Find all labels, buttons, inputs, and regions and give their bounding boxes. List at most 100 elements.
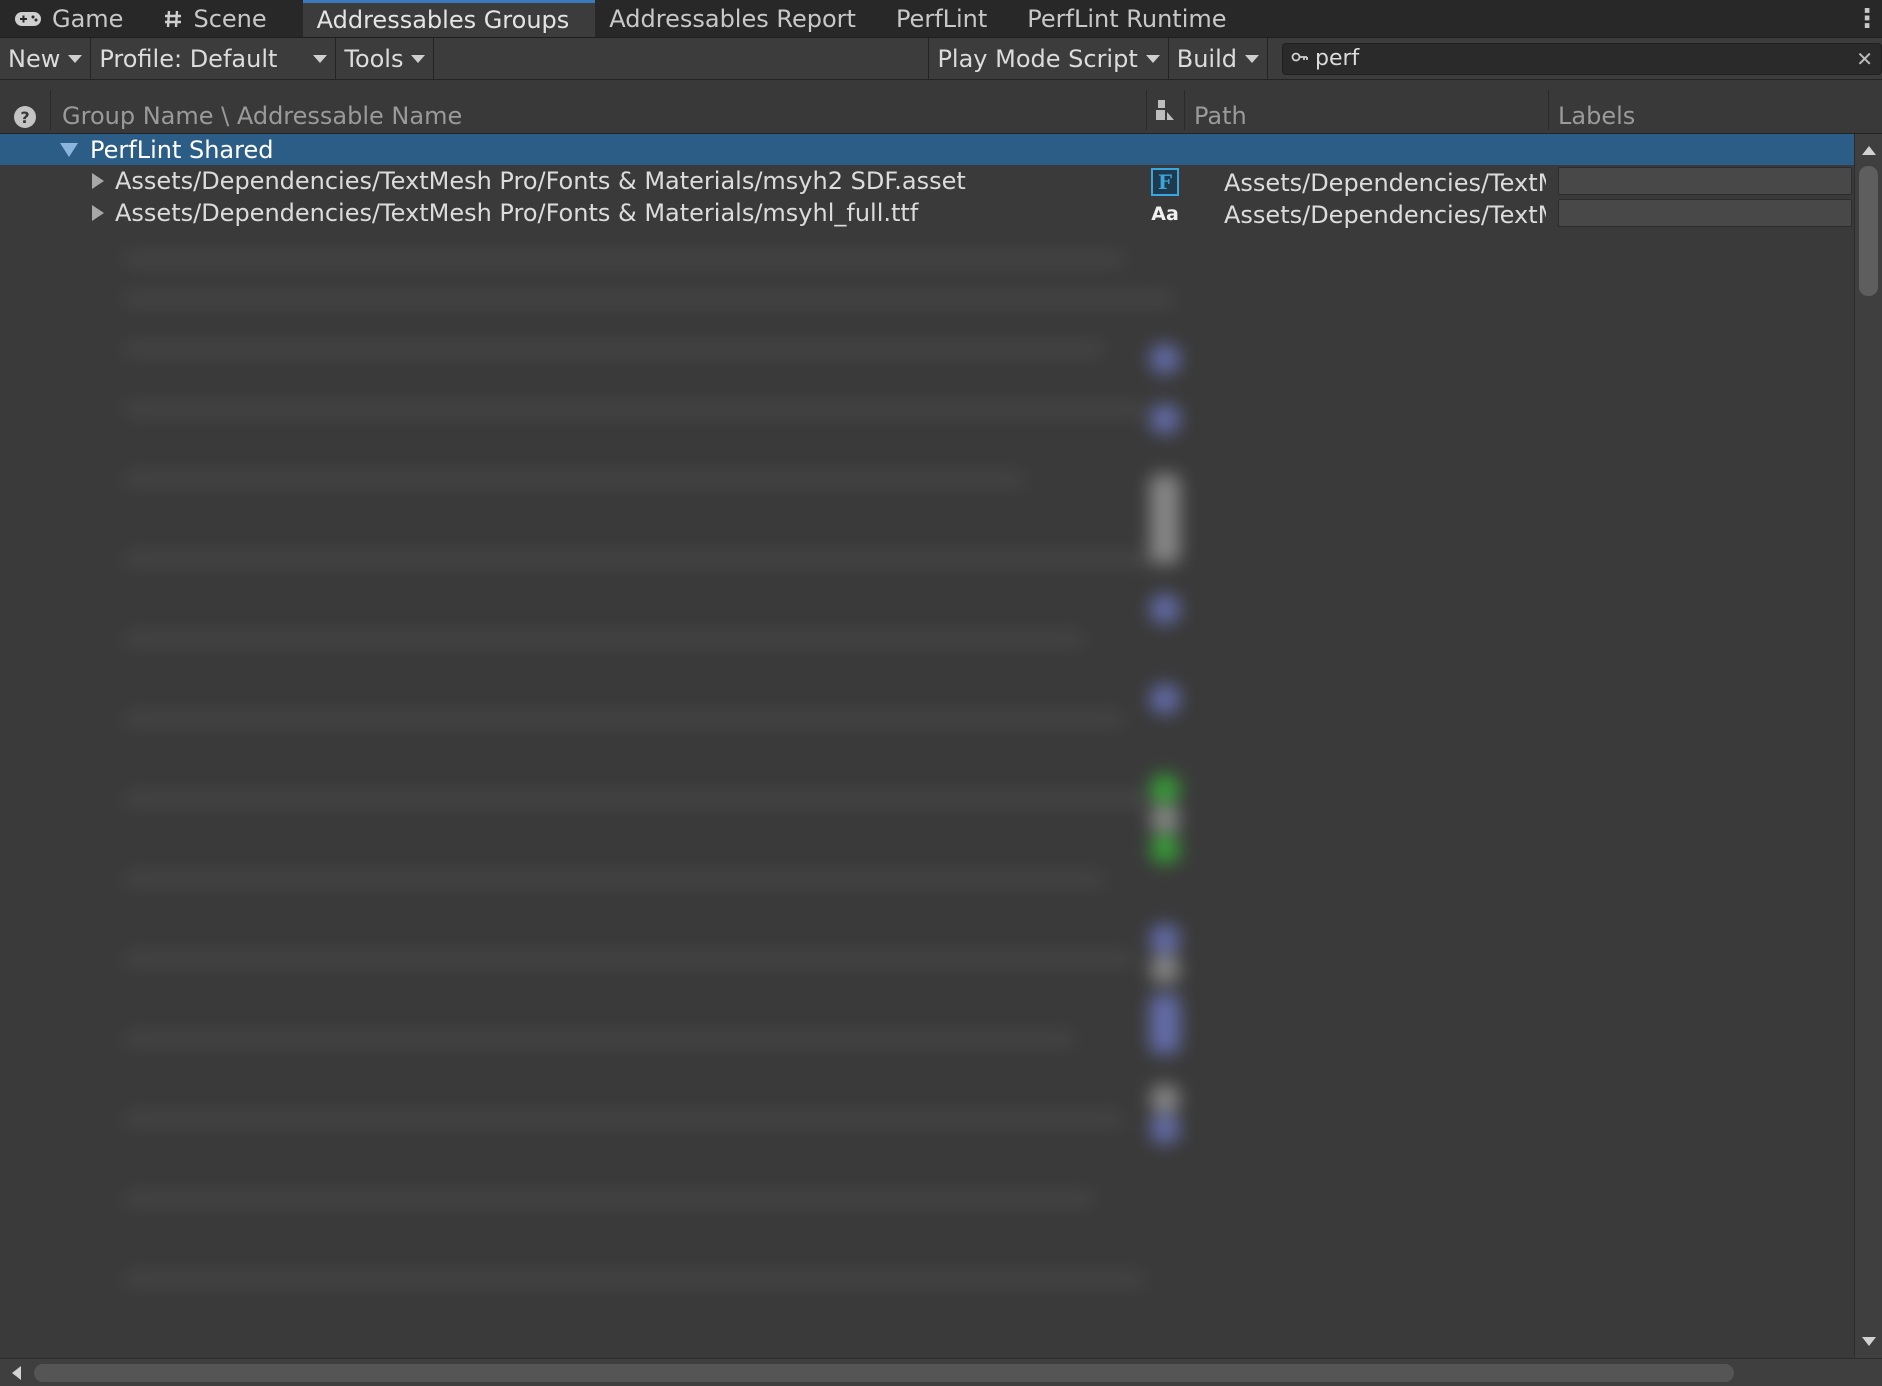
chevron-down-icon: [1145, 54, 1160, 63]
groups-tree-view[interactable]: PerfLint Shared Assets/Dependencies/Text…: [0, 134, 1854, 1358]
blurred-row: [124, 1114, 1124, 1124]
scrollbar-thumb[interactable]: [1859, 166, 1878, 296]
blurred-row: [124, 634, 1084, 644]
blurred-row: [124, 794, 1154, 804]
scroll-left-icon[interactable]: [12, 1366, 21, 1380]
column-header-path[interactable]: Path: [1194, 80, 1247, 134]
blurred-row: [124, 344, 1104, 354]
tools-dropdown-label: Tools: [344, 44, 404, 73]
scrollbar-thumb[interactable]: [34, 1364, 1734, 1382]
toolbar: New Profile: Default Tools Play Mode Scr…: [0, 37, 1882, 80]
group-row[interactable]: PerfLint Shared: [0, 134, 1854, 165]
scroll-down-icon[interactable]: [1862, 1337, 1876, 1346]
chevron-down-icon: [68, 54, 83, 63]
gamepad-icon: [14, 10, 42, 28]
blurred-row: [124, 1194, 1094, 1204]
entry-path: Assets/Dependencies/TextMesh Pro/Fonts &…: [1224, 169, 1546, 197]
window-menu-icon[interactable]: ⋮: [1852, 0, 1882, 37]
new-dropdown-label: New: [8, 44, 61, 73]
column-separator[interactable]: [1146, 90, 1147, 130]
editor-tab-bar: Game Scene Addressables Groups Addressab…: [0, 0, 1882, 38]
tab-perflint-runtime-label: PerfLint Runtime: [1027, 4, 1227, 33]
blurred-icon: [1150, 1084, 1180, 1114]
blurred-icon: [1150, 924, 1180, 954]
tab-addressables-report[interactable]: Addressables Report: [595, 0, 882, 37]
column-header-name[interactable]: Group Name \ Addressable Name: [62, 80, 462, 134]
horizontal-scrollbar[interactable]: [0, 1358, 1882, 1386]
column-header-labels-label: Labels: [1558, 102, 1636, 130]
addressables-groups-window: Game Scene Addressables Groups Addressab…: [0, 0, 1882, 1386]
font-file-icon: Aa: [1151, 203, 1179, 225]
expand-arrow-icon[interactable]: [92, 173, 104, 189]
entry-path: Assets/Dependencies/TextMesh Pro/Fonts &…: [1224, 201, 1546, 229]
blurred-row: [124, 554, 1164, 564]
column-header-labels[interactable]: Labels: [1558, 80, 1635, 134]
blurred-icon: [1150, 994, 1180, 1054]
clear-search-icon[interactable]: ✕: [1856, 47, 1873, 71]
blurred-icon: [1150, 1114, 1180, 1144]
blurred-row: [124, 474, 1024, 484]
blurred-row: [124, 254, 1124, 264]
tab-addressables-report-label: Addressables Report: [609, 4, 856, 33]
tools-dropdown[interactable]: Tools: [336, 37, 435, 80]
tab-scene[interactable]: Scene: [149, 0, 292, 37]
profile-dropdown-label: Profile: Default: [99, 44, 278, 73]
new-dropdown[interactable]: New: [0, 37, 92, 80]
tab-perflint[interactable]: PerfLint: [882, 0, 1013, 37]
column-header-row: ? Group Name \ Addressable Name Path Lab…: [0, 80, 1882, 134]
entry-labels-field[interactable]: [1558, 199, 1852, 227]
blurred-row: [124, 954, 1134, 964]
chevron-down-icon: [1245, 54, 1259, 63]
play-mode-script-dropdown[interactable]: Play Mode Script: [929, 37, 1169, 80]
column-header-type[interactable]: [1154, 80, 1176, 134]
chevron-down-icon: [411, 54, 426, 63]
expand-arrow-icon[interactable]: [92, 205, 104, 221]
chevron-down-icon: [313, 54, 328, 63]
entry-row[interactable]: Assets/Dependencies/TextMesh Pro/Fonts &…: [0, 165, 1854, 197]
column-header-path-label: Path: [1194, 102, 1247, 130]
blurred-row: [124, 294, 1174, 304]
blurred-icon: [1150, 344, 1180, 374]
hash-icon: [163, 9, 183, 29]
profile-dropdown[interactable]: Profile: Default: [91, 37, 337, 80]
column-separator[interactable]: [1184, 90, 1185, 130]
entry-name: Assets/Dependencies/TextMesh Pro/Fonts &…: [115, 167, 966, 195]
column-separator[interactable]: [50, 90, 51, 130]
group-name: PerfLint Shared: [90, 135, 274, 164]
vertical-scrollbar[interactable]: [1854, 134, 1882, 1358]
search-input[interactable]: [1315, 46, 1851, 71]
tab-addressables-groups[interactable]: Addressables Groups: [302, 0, 596, 37]
help-button[interactable]: ?: [14, 80, 36, 134]
tab-perflint-label: PerfLint: [895, 4, 988, 33]
tab-perflint-runtime[interactable]: PerfLint Runtime: [1013, 0, 1252, 37]
column-separator[interactable]: [1548, 90, 1549, 130]
play-mode-script-label: Play Mode Script: [937, 44, 1138, 73]
blurred-icon: [1150, 804, 1180, 834]
blurred-icon: [1150, 404, 1180, 434]
entry-labels-field[interactable]: [1558, 167, 1852, 195]
search-field[interactable]: ✕: [1282, 42, 1882, 75]
toolbar-spacer: [434, 37, 930, 80]
tab-game-label: Game: [52, 4, 124, 33]
tab-addressables-groups-label: Addressables Groups: [316, 6, 570, 34]
blurred-row: [124, 714, 1124, 724]
scroll-up-icon[interactable]: [1862, 146, 1876, 155]
search-icon: [1291, 46, 1309, 71]
blurred-icon: [1150, 954, 1180, 984]
help-icon: ?: [14, 106, 36, 128]
blurred-row: [124, 1034, 1074, 1044]
blurred-content: [84, 234, 1854, 1358]
blurred-icon: [1150, 474, 1180, 564]
blurred-icon: [1150, 684, 1180, 714]
expand-arrow-icon[interactable]: [60, 142, 78, 157]
font-asset-icon: F: [1151, 168, 1179, 196]
entry-row[interactable]: Assets/Dependencies/TextMesh Pro/Fonts &…: [0, 197, 1854, 229]
entry-name: Assets/Dependencies/TextMesh Pro/Fonts &…: [115, 199, 919, 227]
blurred-row: [124, 1274, 1144, 1284]
build-dropdown[interactable]: Build: [1169, 37, 1268, 80]
build-dropdown-label: Build: [1176, 44, 1237, 73]
tab-game[interactable]: Game: [0, 0, 149, 37]
blurred-row: [124, 404, 1144, 414]
blurred-icon: [1150, 594, 1180, 624]
tab-scene-label: Scene: [193, 4, 267, 33]
